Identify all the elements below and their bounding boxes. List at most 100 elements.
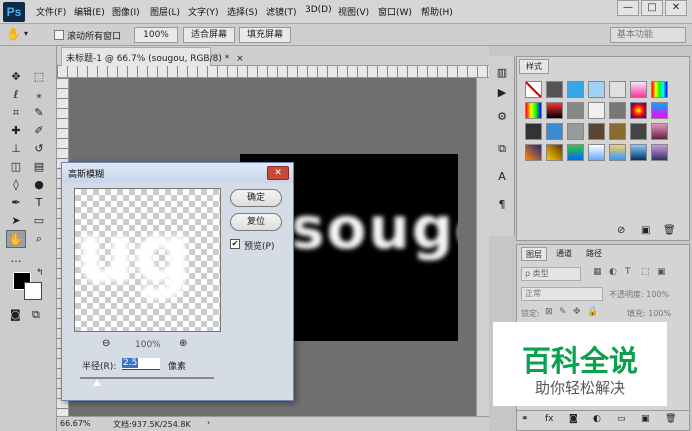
tab-layers[interactable]: 图层 — [521, 247, 547, 261]
menu-filter[interactable]: 滤镜(T) — [266, 5, 297, 18]
lasso-tool-icon[interactable]: ℓ — [6, 86, 26, 104]
style-swatch[interactable] — [630, 123, 647, 140]
menu-view[interactable]: 视图(V) — [338, 5, 369, 18]
style-swatch[interactable] — [609, 81, 626, 98]
menu-3d[interactable]: 3D(D) — [305, 5, 332, 15]
workspace-select[interactable]: 基本功能 — [610, 27, 686, 43]
character-panel-icon[interactable]: A — [492, 168, 512, 186]
minimize-button[interactable]: — — [617, 0, 639, 16]
actions-play-icon[interactable]: ▶ — [492, 84, 512, 102]
stamp-tool-icon[interactable]: ⊥ — [6, 140, 26, 158]
new-layer-icon[interactable]: ▣ — [641, 414, 650, 424]
close-button[interactable]: ✕ — [665, 0, 687, 16]
style-swatch[interactable] — [546, 123, 563, 140]
radius-slider-handle[interactable] — [93, 379, 101, 386]
path-select-icon[interactable]: ➤ — [6, 212, 26, 230]
style-swatch[interactable] — [546, 81, 563, 98]
blur-tool-icon[interactable]: ◊ — [6, 176, 26, 194]
tool-preset-chevron-icon[interactable]: ▾ — [24, 29, 28, 38]
marquee-tool-icon[interactable]: ⬚ — [29, 68, 49, 86]
tab-close-icon[interactable]: × — [236, 54, 244, 64]
fit-screen-button[interactable]: 适合屏幕 — [183, 27, 235, 43]
crop-tool-icon[interactable]: ⌗ — [6, 104, 26, 122]
style-swatch[interactable] — [546, 144, 563, 161]
styles-tab[interactable]: 样式 — [519, 59, 549, 74]
layer-kind-filter[interactable]: ρ 类型 — [521, 267, 581, 281]
menu-type[interactable]: 文字(Y) — [188, 5, 219, 18]
style-swatch[interactable] — [588, 123, 605, 140]
zoom-out-icon[interactable]: ⊖ — [102, 338, 110, 349]
blend-mode-select[interactable]: 正常 — [521, 287, 603, 301]
style-swatch[interactable] — [546, 102, 563, 119]
style-swatch[interactable] — [588, 102, 605, 119]
zoom-in-icon[interactable]: ⊕ — [179, 338, 187, 349]
clear-style-icon[interactable]: ⊘ — [617, 225, 625, 236]
style-swatch[interactable] — [525, 81, 542, 98]
lock-pixels-icon[interactable]: ✎ — [559, 307, 567, 317]
status-arrow-icon[interactable]: › — [207, 418, 210, 427]
menu-edit[interactable]: 编辑(E) — [74, 5, 105, 18]
style-swatch[interactable] — [651, 102, 668, 119]
style-swatch[interactable] — [651, 123, 668, 140]
history-brush-icon[interactable]: ↺ — [29, 140, 49, 158]
opacity-field[interactable]: 不透明度: 100% — [609, 289, 669, 300]
hand-tool-active-icon[interactable]: ✋ — [6, 230, 26, 248]
menu-help[interactable]: 帮助(H) — [421, 5, 453, 18]
reset-button[interactable]: 复位 — [230, 213, 282, 231]
menu-image[interactable]: 图像(I) — [112, 5, 140, 18]
radius-input[interactable]: 2.5 — [122, 358, 160, 370]
screen-mode-icon[interactable]: ⧉ — [32, 308, 40, 322]
new-group-icon[interactable]: ▭ — [617, 414, 626, 424]
tab-paths[interactable]: 路径 — [581, 247, 607, 261]
style-swatch[interactable] — [588, 81, 605, 98]
delete-layer-icon[interactable]: 🗑 — [665, 414, 676, 424]
quick-mask-icon[interactable]: ◙ — [10, 308, 21, 321]
brush-tool-icon[interactable]: ✐ — [29, 122, 49, 140]
style-swatch[interactable] — [567, 81, 584, 98]
style-swatch[interactable] — [609, 102, 626, 119]
menu-file[interactable]: 文件(F) — [36, 5, 66, 18]
properties-panel-icon[interactable]: ⚙ — [492, 108, 512, 126]
healing-brush-icon[interactable]: ✚ — [6, 122, 26, 140]
zoom-tool-icon[interactable]: ⌕ — [29, 230, 49, 248]
move-tool-icon[interactable]: ✥ — [6, 68, 26, 86]
style-swatch[interactable] — [609, 144, 626, 161]
style-swatch[interactable] — [630, 81, 647, 98]
tab-channels[interactable]: 通道 — [551, 247, 577, 261]
history-panel-icon[interactable]: ▥ — [492, 64, 512, 82]
layer-style-icon[interactable]: fx — [545, 414, 554, 424]
style-swatch[interactable] — [525, 102, 542, 119]
layer-mask-icon[interactable]: ◙ — [569, 414, 578, 424]
type-tool-icon[interactable]: T — [29, 194, 49, 212]
swap-colors-icon[interactable]: ↰ — [36, 268, 44, 278]
filter-type-icon[interactable]: T — [625, 267, 631, 277]
background-color-swatch[interactable] — [24, 282, 42, 300]
scroll-all-checkbox[interactable] — [54, 30, 64, 40]
paragraph-panel-icon[interactable]: ¶ — [492, 196, 512, 214]
more-tools-icon[interactable]: … — [6, 250, 26, 268]
fill-screen-button[interactable]: 填充屏幕 — [239, 27, 291, 43]
filter-shape-icon[interactable]: ⬚ — [641, 267, 650, 277]
shape-tool-icon[interactable]: ▭ — [29, 212, 49, 230]
style-swatch[interactable] — [651, 81, 668, 98]
style-swatch[interactable] — [567, 144, 584, 161]
magic-wand-icon[interactable]: ⁎ — [29, 86, 49, 104]
filter-pixel-icon[interactable]: ▦ — [593, 267, 602, 277]
preview-checkbox[interactable]: ✔ — [230, 239, 240, 249]
vertical-scrollbar[interactable] — [476, 78, 489, 416]
adjustment-layer-icon[interactable]: ◐ — [593, 414, 601, 424]
style-swatch[interactable] — [630, 102, 647, 119]
dialog-titlebar[interactable]: 高斯模糊 — [62, 163, 293, 183]
lock-position-icon[interactable]: ✥ — [573, 307, 581, 317]
pen-tool-icon[interactable]: ✒ — [6, 194, 26, 212]
style-swatch[interactable] — [567, 102, 584, 119]
menu-layer[interactable]: 图层(L) — [150, 5, 180, 18]
filter-adjust-icon[interactable]: ◐ — [609, 267, 617, 277]
document-tab[interactable]: 未标题-1 @ 66.7% (sougou, RGB/8) * × — [61, 47, 244, 66]
menu-select[interactable]: 选择(S) — [227, 5, 258, 18]
clone-source-icon[interactable]: ⧉ — [492, 140, 512, 158]
style-swatch[interactable] — [630, 144, 647, 161]
eraser-tool-icon[interactable]: ◫ — [6, 158, 26, 176]
eyedropper-icon[interactable]: ✎ — [29, 104, 49, 122]
blur-preview[interactable]: ug — [74, 188, 221, 332]
